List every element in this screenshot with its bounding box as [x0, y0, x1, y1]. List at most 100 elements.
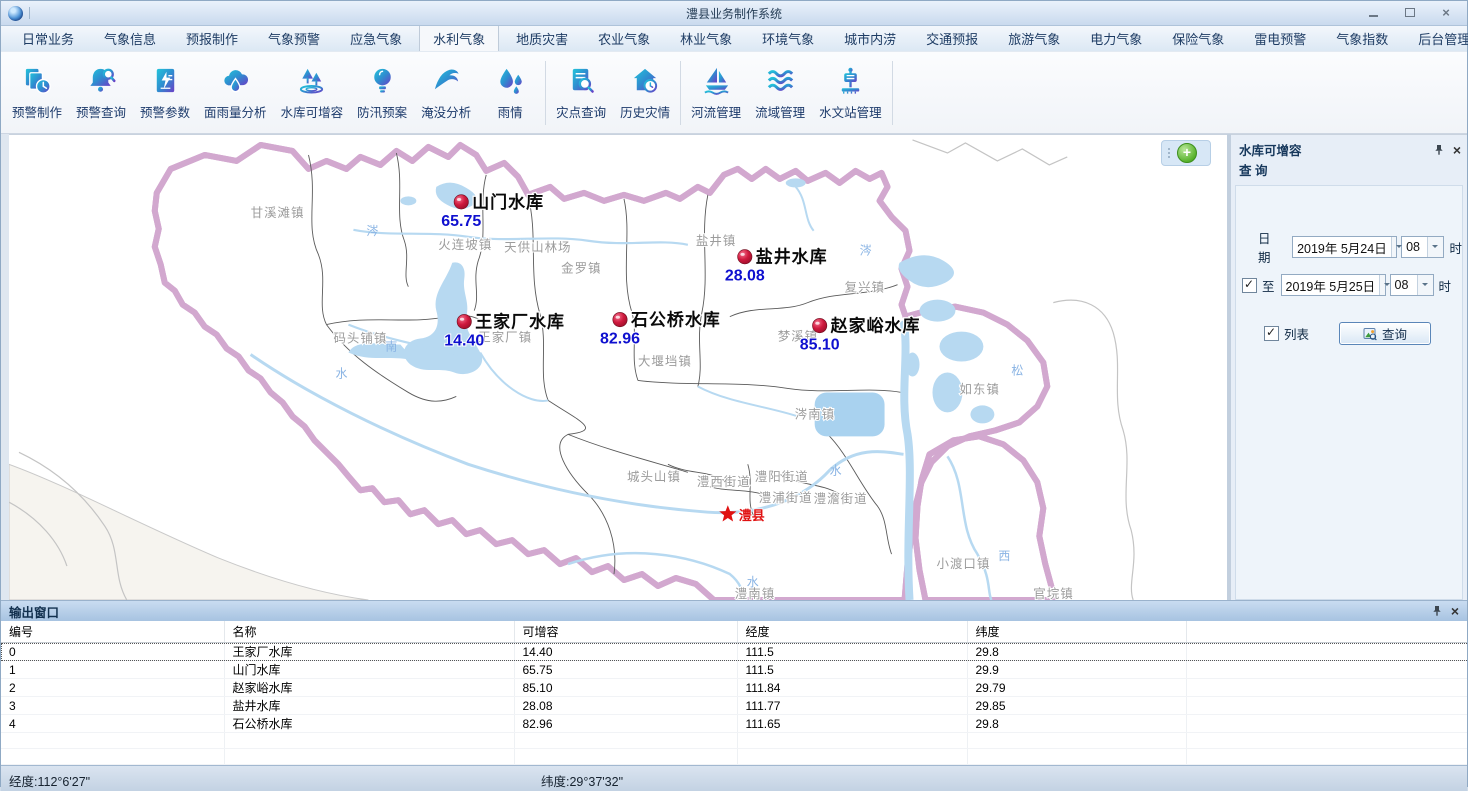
menu-tab-气象指数[interactable]: 气象指数: [1323, 25, 1401, 51]
toolbar-button-雨情[interactable]: 雨情: [478, 65, 542, 121]
reservoir-marker-石公桥水库[interactable]: [613, 312, 627, 326]
reservoir-name-label: 山门水库: [472, 192, 544, 212]
output-table[interactable]: 编号名称可增容经度纬度0王家厂水库14.40111.529.81山门水库65.7…: [1, 621, 1467, 765]
empty-row: [1, 733, 1467, 749]
menu-tab-气象信息[interactable]: 气象信息: [91, 25, 169, 51]
toolbar-button-水文站管理[interactable]: 水文站管理: [812, 65, 889, 121]
minimize-button[interactable]: [1367, 7, 1381, 19]
output-window: 输出窗口 × 编号名称可增容经度纬度0王家厂水库14.40111.529.81山…: [1, 600, 1467, 765]
menu-tab-保险气象[interactable]: 保险气象: [1159, 25, 1237, 51]
hour-to-select[interactable]: 08: [1390, 274, 1434, 296]
column-header-名称[interactable]: 名称: [224, 621, 514, 643]
waves-icon: [765, 65, 796, 96]
toolbar-button-水库可增容[interactable]: 水库可增容: [274, 65, 351, 121]
river-label: 涔: [860, 244, 872, 258]
pin-icon[interactable]: [1431, 605, 1443, 617]
town-label: 澧西街道: [697, 475, 751, 489]
menu-tab-地质灾害[interactable]: 地质灾害: [503, 25, 581, 51]
maximize-button[interactable]: [1403, 7, 1417, 19]
marker-highlight: [457, 198, 461, 201]
reservoir-name-label: 赵家峪水库: [830, 316, 921, 336]
zoom-in-button[interactable]: +: [1177, 143, 1197, 163]
town-label: 澧阳街道: [755, 470, 809, 484]
to-checkbox[interactable]: [1242, 278, 1257, 293]
query-button[interactable]: 查询: [1339, 322, 1431, 345]
sailboat-icon: [701, 65, 732, 96]
menu-tab-城市内涝[interactable]: 城市内涝: [831, 25, 909, 51]
menu-tab-环境气象[interactable]: 环境气象: [749, 25, 827, 51]
menu-tab-水利气象[interactable]: 水利气象: [419, 24, 499, 51]
doc-lightning-icon: [150, 65, 181, 96]
toolbar-button-预警查询[interactable]: 预警查询: [69, 65, 133, 121]
output-close-icon[interactable]: ×: [1451, 606, 1459, 616]
chevron-down-icon[interactable]: [1379, 275, 1384, 295]
map-canvas[interactable]: 甘溪滩镇火连坡镇天供山林场金罗镇盐井镇复兴镇梦溪镇码头铺镇王家厂镇大堰垱镇涔南镇…: [9, 134, 1227, 600]
menu-tab-电力气象[interactable]: 电力气象: [1077, 25, 1155, 51]
toolbar-button-流域管理[interactable]: 流域管理: [748, 65, 812, 121]
panel-close-icon[interactable]: ×: [1453, 145, 1461, 155]
toolbar-button-面雨量分析[interactable]: 面雨量分析: [197, 65, 274, 121]
toolbar-button-河流管理[interactable]: 河流管理: [684, 65, 748, 121]
menu-tab-应急气象[interactable]: 应急气象: [337, 25, 415, 51]
column-header-纬度[interactable]: 纬度: [967, 621, 1186, 643]
menu-tab-林业气象[interactable]: 林业气象: [667, 25, 745, 51]
town-label: 澧浦街道: [759, 491, 813, 505]
marker-highlight: [815, 322, 819, 325]
county-seat: 澧县: [719, 505, 765, 523]
panel-subtitle: 查 询: [1231, 159, 1467, 185]
table-row[interactable]: 4石公桥水库82.96111.6529.8: [1, 715, 1467, 733]
menu-tab-日常业务[interactable]: 日常业务: [9, 25, 87, 51]
menu-tab-气象预警[interactable]: 气象预警: [255, 25, 333, 51]
wave-icon: [431, 65, 462, 96]
hour-suffix-label: 时: [1449, 238, 1462, 257]
menu-tab-农业气象[interactable]: 农业气象: [585, 25, 663, 51]
reservoir-name-label: 王家厂水库: [475, 312, 565, 332]
table-row[interactable]: 3盐井水库28.08111.7729.85: [1, 697, 1467, 715]
table-row[interactable]: 0王家厂水库14.40111.529.8: [1, 643, 1467, 661]
menu-tab-交通预报[interactable]: 交通预报: [913, 25, 991, 51]
pin-icon[interactable]: [1433, 144, 1445, 156]
menu-tab-旅游气象[interactable]: 旅游气象: [995, 25, 1073, 51]
menu-tab-雷电预警[interactable]: 雷电预警: [1241, 25, 1319, 51]
reservoir-marker-赵家峪水库[interactable]: [812, 318, 826, 332]
table-row[interactable]: 2赵家峪水库85.10111.8429.79: [1, 679, 1467, 697]
toolbar-separator: [892, 61, 893, 125]
toolbar-button-预警制作[interactable]: 预警制作: [5, 65, 69, 121]
chevron-down-icon[interactable]: [1427, 237, 1443, 257]
overlay-grip[interactable]: [1168, 148, 1170, 158]
town-label: 大堰垱镇: [638, 355, 692, 369]
status-longitude: 经度:112°6'27": [9, 771, 90, 790]
menu-tab-后台管理[interactable]: 后台管理: [1405, 25, 1468, 51]
reservoir-marker-山门水库[interactable]: [454, 195, 468, 209]
toolbar-button-历史灾情[interactable]: 历史灾情: [613, 65, 677, 121]
table-row[interactable]: 1山门水库65.75111.529.9: [1, 661, 1467, 679]
doc-search-icon: [566, 65, 597, 96]
list-checkbox[interactable]: [1264, 326, 1279, 341]
hour-from-select[interactable]: 08: [1401, 236, 1444, 258]
menu-tab-预报制作[interactable]: 预报制作: [173, 25, 251, 51]
river-label: 南: [385, 339, 397, 354]
column-header-编号[interactable]: 编号: [1, 621, 224, 643]
reservoir-marker-盐井水库[interactable]: [738, 250, 752, 264]
buoy-icon: [835, 65, 866, 96]
column-header-经度[interactable]: 经度: [737, 621, 967, 643]
river-label: 涔: [366, 224, 378, 238]
close-button[interactable]: ×: [1439, 7, 1453, 19]
town-label: 城头山镇: [627, 470, 681, 484]
toolbar-button-防汛预案[interactable]: 防汛预案: [350, 65, 414, 121]
reservoir-markers: 山门水库65.75盐井水库28.08王家厂水库14.40石公桥水库82.96赵家…: [441, 192, 920, 354]
toolbar-button-灾点查询[interactable]: 灾点查询: [549, 65, 613, 121]
toolbar-button-淹没分析[interactable]: 淹没分析: [414, 65, 478, 121]
county-map[interactable]: 甘溪滩镇火连坡镇天供山林场金罗镇盐井镇复兴镇梦溪镇码头铺镇王家厂镇大堰垱镇涔南镇…: [9, 135, 1227, 600]
county-star-icon: [719, 505, 736, 521]
chevron-down-icon[interactable]: [1417, 275, 1433, 295]
township-boundaries: [309, 153, 902, 574]
date-to-select[interactable]: 2019年 5月25日: [1281, 274, 1386, 296]
town-label: 如东镇: [959, 381, 999, 396]
town-label: 盐井镇: [696, 234, 736, 248]
date-from-select[interactable]: 2019年 5月24日: [1292, 236, 1397, 258]
chevron-down-icon[interactable]: [1391, 237, 1396, 257]
column-header-可增容[interactable]: 可增容: [514, 621, 737, 643]
toolbar-button-预警参数[interactable]: 预警参数: [133, 65, 197, 121]
reservoir-marker-王家厂水库[interactable]: [457, 314, 471, 328]
